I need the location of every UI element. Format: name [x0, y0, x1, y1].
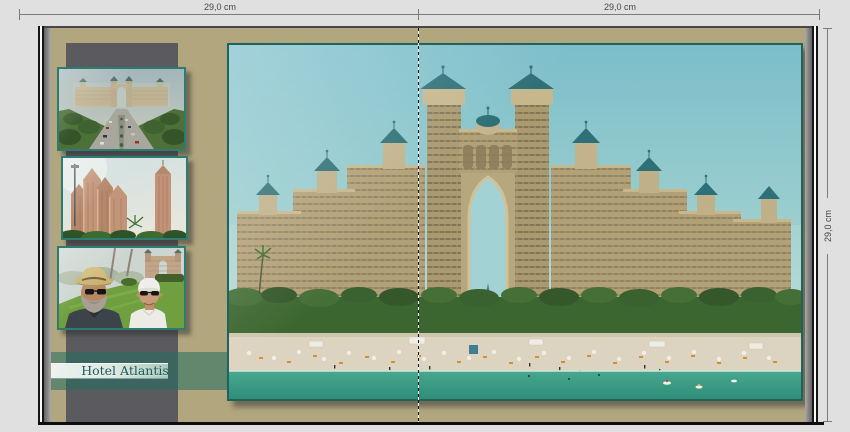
- photo-panorama[interactable]: [227, 43, 803, 401]
- atlantis-background: [144, 249, 182, 278]
- ruler-tick-center: [418, 9, 419, 20]
- sun-loungers: [259, 355, 777, 364]
- ruler-label-side: 29,0 cm: [822, 198, 834, 254]
- water: [229, 370, 801, 399]
- haze: [73, 83, 170, 107]
- road: [89, 109, 154, 149]
- editor-canvas: 29,0 cm 29,0 cm 29,0 cm Hotel Atlantis: [0, 0, 850, 432]
- sky: [63, 158, 186, 238]
- photo-causeway[interactable]: [57, 67, 186, 151]
- beach: [229, 333, 801, 377]
- ruler-top-line: [20, 14, 820, 15]
- page-stack-right: [805, 28, 812, 422]
- ruler-tick-left: [19, 9, 20, 20]
- spread-bottom-edge: [38, 422, 824, 425]
- ruler-side-tick-top: [823, 28, 832, 29]
- towers-image: [63, 158, 186, 238]
- page-spread-surface[interactable]: Hotel Atlantis: [51, 28, 805, 422]
- umbrellas: [247, 350, 771, 361]
- page-fold-line: [418, 28, 419, 422]
- sky: [59, 69, 184, 149]
- photo-towers[interactable]: [61, 156, 188, 240]
- main-towers: [71, 168, 127, 238]
- selfie-image: [59, 248, 184, 328]
- palm-trunks: [110, 248, 132, 282]
- spread-right-edge2: [816, 26, 818, 425]
- beach-cabin: [469, 345, 478, 354]
- man-right: [129, 278, 167, 328]
- man-left: [65, 267, 123, 328]
- ruler-side-tick-bottom: [823, 421, 832, 422]
- ruler-label-left-page: 29,0 cm: [160, 2, 280, 12]
- right-tower: [155, 160, 171, 238]
- sun-glow: [63, 158, 107, 194]
- cars: [100, 119, 139, 145]
- palm-rows: [59, 109, 184, 149]
- haze: [229, 225, 801, 300]
- page-stack-left: [44, 28, 51, 422]
- panorama-image: [229, 45, 801, 399]
- causeway-image: [59, 69, 184, 149]
- hotel: [237, 65, 791, 299]
- people: [334, 363, 660, 374]
- hotel-silhouette: [75, 76, 168, 107]
- sky: [59, 248, 184, 328]
- page-title[interactable]: Hotel Atlantis: [79, 364, 171, 378]
- lamp-pole: [71, 164, 79, 226]
- haze-trees: [59, 267, 144, 285]
- ruler-tick-right: [819, 9, 820, 20]
- ruler-label-right-page: 29,0 cm: [560, 2, 680, 12]
- sky: [229, 45, 801, 307]
- palm-fronds: [63, 215, 186, 238]
- arch-opening: [469, 177, 507, 299]
- palm-band: [229, 245, 801, 341]
- photo-selfie[interactable]: [57, 246, 186, 330]
- lawn: [59, 274, 184, 328]
